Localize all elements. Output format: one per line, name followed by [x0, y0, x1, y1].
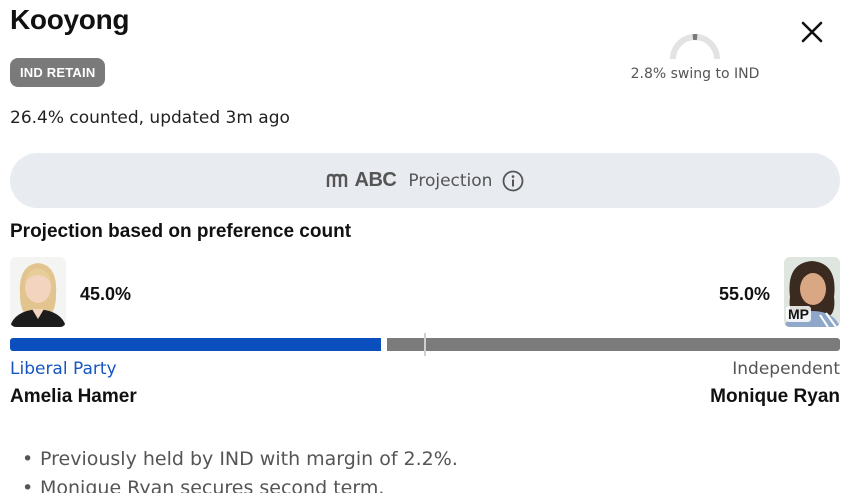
electorate-title: Kooyong: [10, 4, 130, 35]
bar-midpoint-marker: [424, 333, 426, 356]
swing-text: 2.8% swing to IND: [630, 66, 760, 82]
info-button[interactable]: [502, 170, 524, 192]
candidate-name-right: Monique Ryan: [710, 386, 840, 407]
projection-toggle[interactable]: ABC Projection: [10, 153, 840, 208]
party-left: Liberal Party: [10, 359, 117, 379]
percent-left: 45.0%: [80, 284, 132, 304]
party-right: Independent: [732, 359, 840, 379]
close-icon: [801, 21, 823, 43]
list-item: Previously held by IND with margin of 2.…: [22, 445, 458, 474]
abc-logo: ABC: [326, 169, 397, 192]
count-status: 26.4% counted, updated 3m ago: [10, 108, 290, 128]
percent-right: 55.0%: [718, 284, 770, 304]
abc-logo-icon: [326, 173, 347, 187]
swing-gauge-icon: [670, 33, 720, 60]
info-icon: [503, 170, 524, 191]
notes-list: Previously held by IND with margin of 2.…: [22, 445, 458, 493]
status-badge: IND RETAIN: [10, 58, 106, 87]
bar-segment-liberal: [10, 338, 381, 351]
list-item: Monique Ryan secures second term.: [22, 474, 458, 493]
candidate-photo-left: [10, 257, 66, 327]
bar-segment-independent: [387, 338, 840, 351]
swing-indicator: 2.8% swing to IND: [620, 28, 770, 88]
close-button[interactable]: [798, 18, 826, 46]
avatar-amelia-hamer: [10, 257, 66, 327]
preference-title: Projection based on preference count: [10, 221, 352, 242]
mp-badge: MP: [786, 306, 811, 322]
projection-label: Projection: [408, 170, 493, 191]
candidate-name-left: Amelia Hamer: [10, 386, 137, 407]
preference-bar: [10, 333, 840, 356]
abc-logo-text: ABC: [354, 169, 397, 191]
